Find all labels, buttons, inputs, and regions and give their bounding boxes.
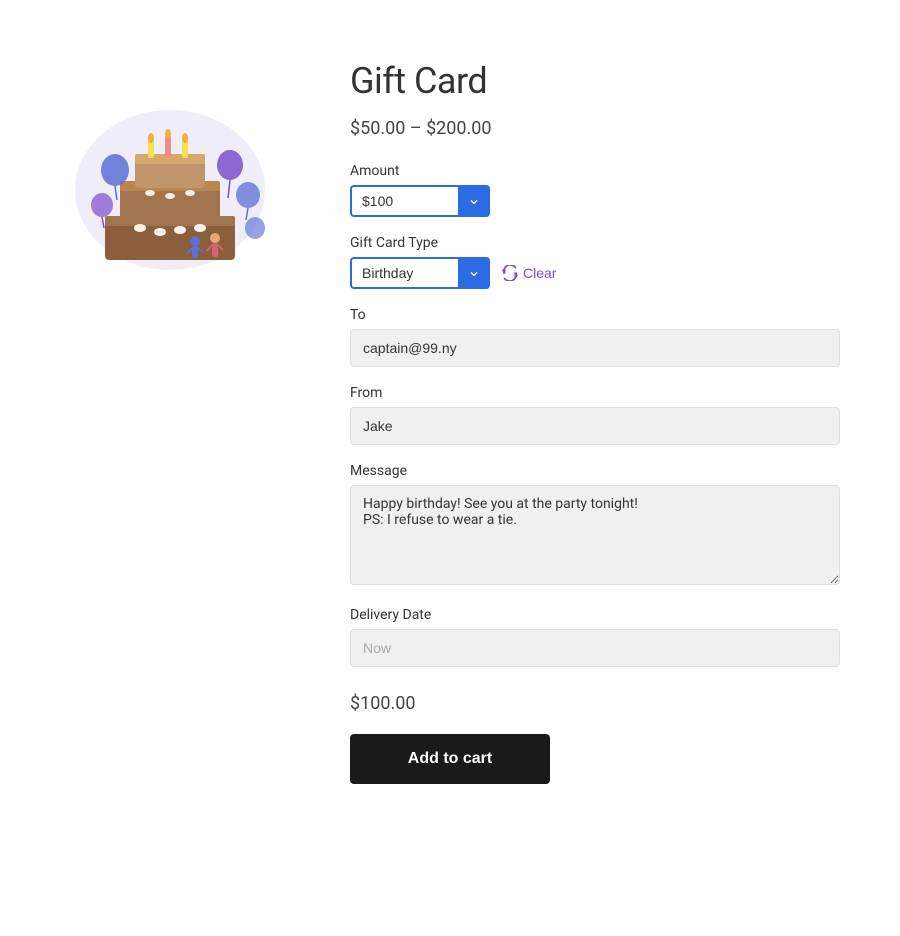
delivery-date-field-group: Delivery Date <box>350 607 860 667</box>
gift-card-type-field-group: Gift Card Type Birthday Anniversary Than… <box>350 235 860 289</box>
amount-select[interactable]: $50 $75 $100 $150 $200 <box>350 185 490 217</box>
add-to-cart-button[interactable]: Add to cart <box>350 734 550 784</box>
amount-field-group: Amount $50 $75 $100 $150 $200 <box>350 163 860 217</box>
product-total: $100.00 <box>350 693 860 714</box>
product-details-section: Gift Card $50.00 – $200.00 Amount $50 $7… <box>350 60 860 784</box>
gift-card-type-label: Gift Card Type <box>350 235 860 251</box>
clear-button-label: Clear <box>523 265 556 281</box>
from-input[interactable] <box>350 407 840 445</box>
product-container: Gift Card $50.00 – $200.00 Amount $50 $7… <box>20 40 880 804</box>
gift-card-type-row: Birthday Anniversary Thank You Holiday C <box>350 257 860 289</box>
refresh-icon <box>502 265 518 281</box>
gift-card-type-select-wrapper: Birthday Anniversary Thank You Holiday <box>350 257 490 289</box>
clear-button[interactable]: Clear <box>502 265 556 281</box>
message-label: Message <box>350 463 860 479</box>
price-range: $50.00 – $200.00 <box>350 118 860 139</box>
amount-label: Amount <box>350 163 860 179</box>
message-field-group: Message Happy birthday! See you at the p… <box>350 463 860 589</box>
amount-select-wrapper: $50 $75 $100 $150 $200 <box>350 185 490 217</box>
product-image <box>60 80 280 280</box>
to-field-group: To <box>350 307 860 367</box>
message-textarea[interactable]: Happy birthday! See you at the party ton… <box>350 485 840 585</box>
from-label: From <box>350 385 860 401</box>
to-input[interactable] <box>350 329 840 367</box>
gift-card-type-select[interactable]: Birthday Anniversary Thank You Holiday <box>350 257 490 289</box>
delivery-date-input[interactable] <box>350 629 840 667</box>
product-image-section <box>40 60 300 784</box>
from-field-group: From <box>350 385 860 445</box>
delivery-date-label: Delivery Date <box>350 607 860 623</box>
to-label: To <box>350 307 860 323</box>
product-title: Gift Card <box>350 60 860 102</box>
